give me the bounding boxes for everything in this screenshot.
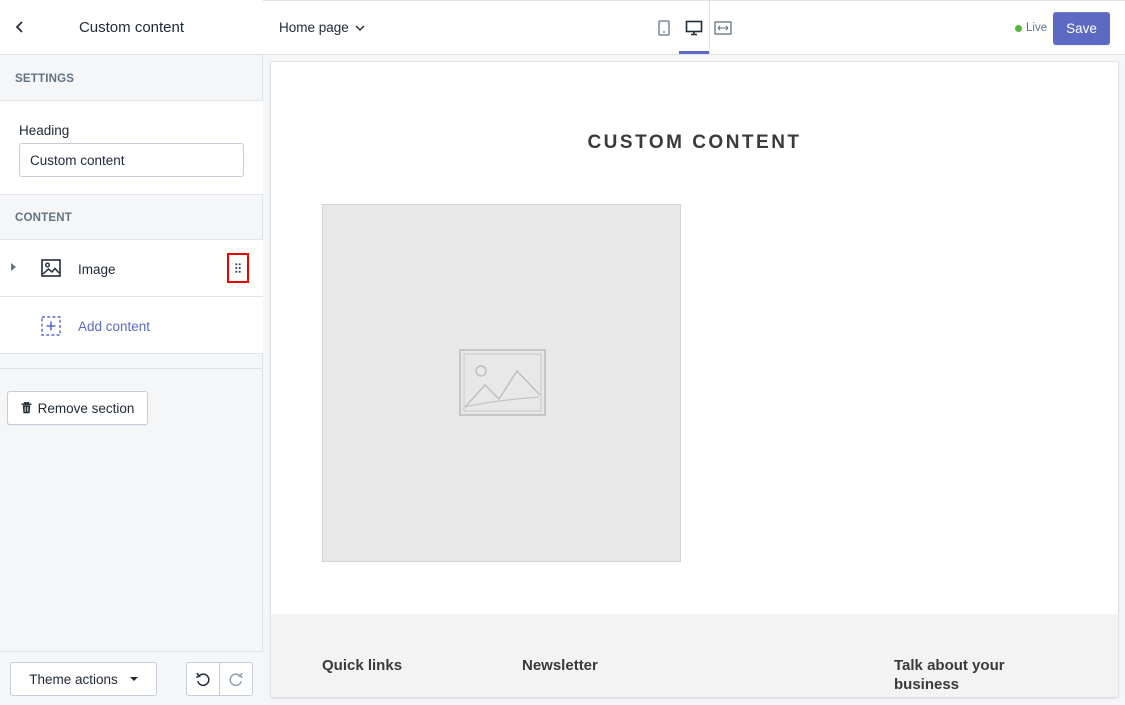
section-heading: CUSTOM CONTENT — [587, 132, 802, 153]
expand-horizontal-icon — [714, 21, 732, 35]
live-dot-icon — [1015, 24, 1022, 32]
heading-field-label: Heading — [19, 123, 70, 138]
chevron-down-icon — [355, 25, 365, 31]
image-icon — [41, 259, 61, 277]
editor-sidebar: Custom content SETTINGS Heading CONTENT … — [0, 0, 263, 705]
content-section-label: CONTENT — [15, 212, 72, 224]
drag-handle-icon[interactable] — [227, 253, 249, 283]
content-panel: Image Add content — [0, 239, 263, 354]
settings-section-label: SETTINGS — [15, 73, 75, 85]
expand-caret-icon[interactable] — [11, 263, 16, 271]
footer-heading-talk: Talk about your business — [894, 657, 1005, 693]
full-width-view-button[interactable] — [708, 15, 738, 41]
undo-redo-group — [186, 662, 253, 696]
remove-section-label: Remove section — [37, 400, 135, 416]
sidebar-title: Custom content — [78, 18, 185, 36]
mobile-icon — [658, 20, 670, 36]
back-button[interactable] — [8, 15, 32, 39]
drag-dots-icon — [235, 263, 241, 273]
redo-icon — [229, 672, 243, 687]
add-block-icon — [41, 316, 61, 336]
block-row-image[interactable]: Image — [0, 240, 263, 297]
live-label: Live — [1026, 22, 1048, 34]
page-selector-label: Home page — [279, 20, 349, 35]
save-button[interactable]: Save — [1053, 12, 1110, 45]
sidebar-header: Custom content — [0, 0, 263, 55]
footer-heading-newsletter: Newsletter — [522, 657, 598, 674]
chevron-left-icon — [15, 21, 23, 33]
theme-actions-button[interactable]: Theme actions — [10, 662, 157, 696]
add-content-label: Add content — [78, 319, 151, 334]
footer-preview: Quick links Newsletter Talk about your b… — [271, 614, 1118, 697]
redo-button[interactable] — [220, 663, 253, 695]
preview-area: CUSTOM CONTENT Quick links Newsletter Ta… — [263, 55, 1125, 705]
live-status: Live — [1015, 22, 1047, 34]
desktop-view-button[interactable] — [679, 15, 709, 41]
page-selector[interactable]: Home page — [279, 20, 365, 35]
heading-input[interactable] — [19, 143, 244, 177]
placeholder-image-icon — [459, 349, 546, 416]
caret-down-icon — [129, 677, 138, 681]
sidebar-divider — [0, 368, 263, 369]
storefront-preview[interactable]: CUSTOM CONTENT Quick links Newsletter Ta… — [271, 62, 1118, 697]
desktop-icon — [685, 20, 703, 36]
image-placeholder[interactable] — [322, 204, 681, 562]
footer-heading-quick-links: Quick links — [322, 657, 403, 674]
editor-topbar: Home page Live Save — [263, 0, 1125, 55]
mobile-view-button[interactable] — [649, 15, 679, 41]
settings-panel: Heading — [0, 100, 263, 195]
active-view-indicator — [679, 51, 709, 54]
remove-section-button[interactable]: Remove section — [7, 391, 148, 425]
block-label-image: Image — [78, 262, 116, 277]
add-content-button[interactable]: Add content — [0, 297, 263, 354]
theme-actions-label: Theme actions — [29, 671, 118, 687]
sidebar-footer: Theme actions — [0, 651, 263, 705]
trash-icon — [21, 402, 32, 414]
undo-icon — [195, 672, 210, 687]
undo-button[interactable] — [187, 663, 220, 695]
